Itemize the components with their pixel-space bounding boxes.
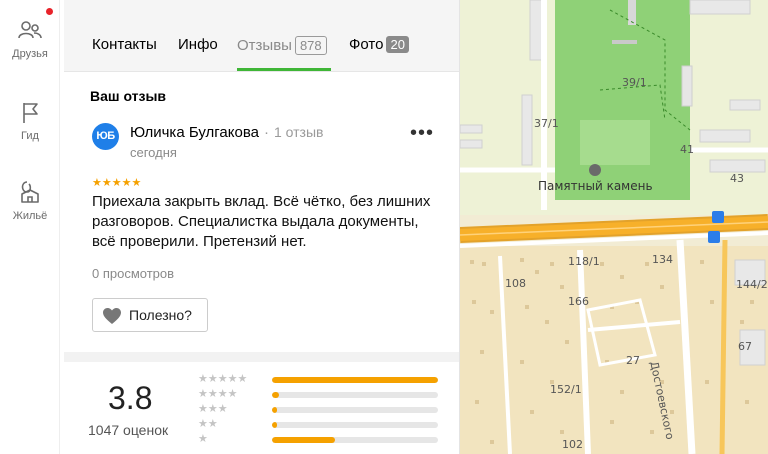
average-rating: 3.8: [108, 380, 153, 416]
heart-icon: [103, 308, 121, 324]
map-label-building: 67: [738, 340, 752, 353]
distribution-stars: ★: [198, 433, 208, 445]
distribution-bar-track: [272, 437, 438, 443]
housing-icon: [21, 181, 39, 203]
friends-icon: [18, 21, 42, 39]
tab-contacts[interactable]: Контакты: [92, 36, 157, 53]
sidebar-item-label: Жильё: [12, 210, 48, 222]
useful-button[interactable]: Полезно?: [92, 298, 208, 332]
section-divider: [64, 352, 459, 362]
author-review-count: 1 отзыв: [273, 124, 324, 140]
more-menu-button[interactable]: •••: [410, 123, 434, 143]
sidebar-item-housing[interactable]: Жильё: [0, 180, 60, 222]
map-label-building: 134: [652, 253, 673, 266]
notification-dot: [46, 8, 53, 15]
map-label-building: 39/1: [622, 76, 647, 89]
view-count: 0 просмотров: [92, 266, 175, 281]
map-label-building: 152/1: [550, 383, 582, 396]
distribution-row-2[interactable]: ★★: [198, 417, 444, 431]
distribution-row-1[interactable]: ★: [198, 432, 444, 446]
distribution-stars: ★★★★: [198, 388, 238, 400]
distribution-stars: ★★★: [198, 403, 228, 415]
sidebar-item-label: Гид: [21, 130, 39, 142]
review-author-line: Юличка Булгакова · 1 отзыв: [130, 124, 323, 141]
distribution-stars: ★★: [198, 418, 218, 430]
avatar[interactable]: ЮБ: [92, 123, 119, 150]
distribution-bar-track: [272, 392, 438, 398]
map-label-building: 166: [568, 295, 589, 308]
review-stars: ★★★★★: [92, 177, 142, 189]
map-label-building: 43: [730, 172, 744, 185]
park-area: [555, 0, 690, 200]
flag-icon: [23, 103, 38, 123]
tab-label: Фото: [349, 36, 384, 53]
tab-label: Отзывы: [237, 37, 292, 54]
sidebar-item-guide[interactable]: Гид: [0, 100, 60, 142]
active-tab-indicator: [237, 68, 331, 71]
distribution-row-3[interactable]: ★★★: [198, 402, 444, 416]
useful-button-label: Полезно?: [129, 307, 192, 323]
distribution-row-4[interactable]: ★★★★: [198, 387, 444, 401]
map-view[interactable]: 39/1 37/1 41 43 Памятный камень 118/1 13…: [460, 0, 768, 454]
review-text: Приехала закрыть вклад. Всё чётко, без л…: [92, 193, 431, 250]
tab-label: Контакты: [92, 36, 157, 53]
tab-info[interactable]: Инфо: [178, 36, 218, 53]
distribution-bar-fill: [272, 407, 277, 413]
distribution-bar-track: [272, 407, 438, 413]
map-label-building: 41: [680, 143, 694, 156]
distribution-stars: ★★★★★: [198, 373, 248, 385]
map-label-building: 37/1: [534, 117, 559, 130]
map-label-landmark[interactable]: Памятный камень: [538, 179, 653, 193]
tab-bar: Контакты Инфо Отзывы 878 Фото 20: [64, 0, 459, 72]
distribution-bar-fill: [272, 377, 438, 383]
tab-label: Инфо: [178, 36, 218, 53]
map-label-building: 108: [505, 277, 526, 290]
distribution-bar-fill: [272, 392, 279, 398]
separator: ·: [263, 124, 269, 141]
author-name[interactable]: Юличка Булгакова: [130, 124, 259, 141]
map-canvas: [460, 0, 768, 454]
rating-count: 1047 оценок: [88, 422, 169, 438]
map-label-building: 27: [626, 354, 640, 367]
distribution-bar-track: [272, 377, 438, 383]
tab-count-badge: 878: [294, 36, 327, 55]
distribution-bar-track: [272, 422, 438, 428]
review-date: сегодня: [130, 145, 177, 160]
distribution-bar-fill: [272, 422, 277, 428]
distribution-bar-fill: [272, 437, 336, 443]
map-label-building: 144/2: [736, 278, 768, 291]
left-rail: Друзья Гид Жильё: [0, 0, 60, 454]
map-label-building: 102: [562, 438, 583, 451]
map-label-building: 118/1: [568, 255, 600, 268]
tab-photos[interactable]: Фото 20: [349, 36, 409, 53]
place-card-panel: Контакты Инфо Отзывы 878 Фото 20 Ваш отзыв…: [64, 0, 460, 454]
sidebar-item-label: Друзья: [12, 48, 48, 60]
distribution-row-5[interactable]: ★★★★★: [198, 372, 444, 386]
sidebar-item-friends[interactable]: Друзья: [0, 18, 60, 60]
tab-count-badge: 20: [386, 36, 409, 53]
tab-reviews[interactable]: Отзывы 878: [237, 36, 327, 55]
section-title: Ваш отзыв: [90, 88, 167, 104]
